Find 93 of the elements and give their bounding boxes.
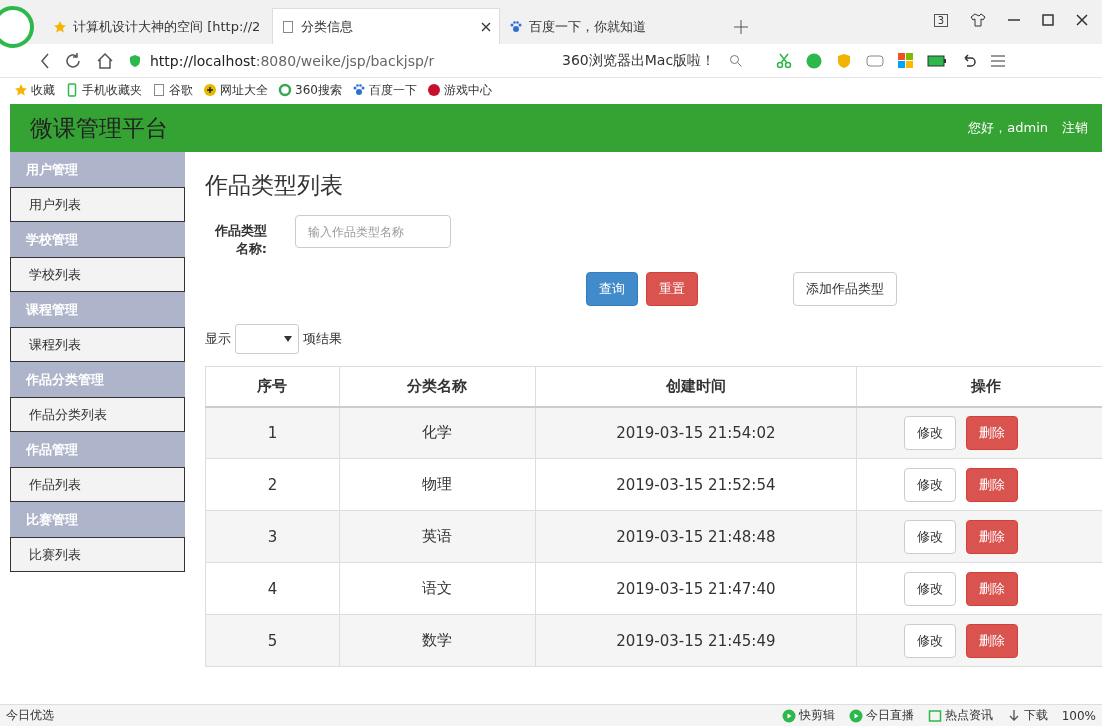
results-label: 项结果 bbox=[303, 330, 342, 348]
add-button[interactable]: 添加作品类型 bbox=[793, 272, 897, 306]
table-cell: 2019-03-15 21:47:40 bbox=[535, 562, 857, 615]
table-cell: 2019-03-15 21:52:54 bbox=[535, 458, 857, 511]
sidebar-item[interactable]: 作品列表 bbox=[10, 467, 185, 502]
ring-icon bbox=[278, 83, 292, 97]
bookmark-link[interactable]: 谷歌 bbox=[152, 81, 193, 99]
sidebar-item[interactable]: 比赛列表 bbox=[10, 537, 185, 572]
close-icon[interactable] bbox=[481, 21, 491, 32]
column-header: 分类名称 bbox=[339, 366, 536, 407]
play-icon bbox=[848, 708, 863, 723]
table-cell: 2019-03-15 21:48:48 bbox=[535, 510, 857, 563]
column-header: 序号 bbox=[205, 366, 340, 407]
table-cell: 3 bbox=[205, 510, 340, 563]
maximize-icon[interactable] bbox=[1042, 14, 1054, 26]
delete-button[interactable]: 删除 bbox=[965, 467, 1018, 502]
menu-icon[interactable] bbox=[991, 54, 1006, 67]
home-icon[interactable] bbox=[96, 51, 114, 70]
phone-icon bbox=[65, 83, 79, 97]
greeting-text: 您好，admin bbox=[968, 119, 1048, 137]
table-cell: 2019-03-15 21:45:49 bbox=[535, 614, 857, 667]
app-title: 微课管理平台 bbox=[30, 113, 168, 143]
back-icon[interactable] bbox=[40, 52, 50, 69]
status-text[interactable]: 今日优选 bbox=[6, 707, 54, 724]
star-icon bbox=[14, 83, 28, 97]
table-cell: 2019-03-15 21:54:02 bbox=[535, 406, 857, 459]
bookmark-link[interactable]: 百度一下 bbox=[351, 81, 417, 99]
sidebar-item[interactable]: 课程列表 bbox=[10, 327, 185, 362]
column-header: 创建时间 bbox=[535, 366, 857, 407]
play-icon bbox=[781, 708, 796, 723]
table-cell: 化学 bbox=[339, 406, 536, 459]
browser-tab[interactable]: 计算机设计大神的空间 [http://2 bbox=[44, 8, 272, 44]
type-name-field[interactable]: 输入作品类型名称 bbox=[295, 215, 451, 248]
scissors-icon[interactable] bbox=[776, 52, 793, 69]
sidebar-item[interactable]: 作品分类列表 bbox=[10, 397, 185, 432]
gamepad-icon[interactable] bbox=[866, 53, 885, 68]
page-icon bbox=[281, 19, 295, 34]
status-item[interactable]: 快剪辑 bbox=[781, 707, 835, 724]
edit-button[interactable]: 修改 bbox=[903, 415, 956, 450]
delete-button[interactable]: 删除 bbox=[965, 623, 1018, 658]
status-item[interactable]: 热点资讯 bbox=[927, 707, 993, 724]
status-item[interactable]: 下载 bbox=[1006, 707, 1048, 724]
table-cell: 物理 bbox=[339, 458, 536, 511]
paw-icon bbox=[509, 19, 523, 34]
table-cell: 语文 bbox=[339, 562, 536, 615]
browser-tab[interactable]: 百度一下，你就知道 bbox=[500, 8, 728, 44]
bookmark-link[interactable]: 收藏 bbox=[14, 81, 55, 99]
sidebar-item[interactable]: 学校列表 bbox=[10, 257, 185, 292]
table-cell: 英语 bbox=[339, 510, 536, 563]
bookmark-link[interactable]: 360搜索 bbox=[278, 81, 342, 99]
column-header: 操作 bbox=[856, 366, 1102, 407]
page-icon bbox=[152, 83, 166, 97]
show-label: 显示 bbox=[205, 330, 231, 348]
page-title: 作品类型列表 bbox=[205, 171, 344, 200]
table-cell: 5 bbox=[205, 614, 340, 667]
paw-icon bbox=[351, 83, 366, 97]
table-cell: 2 bbox=[205, 458, 340, 511]
address-field[interactable]: http://localhost:8080/weike/jsp/backjsp/r bbox=[128, 52, 508, 69]
news-ticker[interactable]: 360浏览器出Mac版啦！ bbox=[562, 51, 716, 70]
field-label: 作品类型名称: bbox=[213, 222, 267, 258]
star-icon bbox=[53, 19, 67, 34]
undo-icon[interactable] bbox=[961, 52, 978, 69]
table-cell: 1 bbox=[205, 406, 340, 459]
apps-icon[interactable] bbox=[898, 53, 914, 68]
news-icon bbox=[927, 708, 942, 723]
bookmark-link[interactable]: 游戏中心 bbox=[426, 81, 492, 99]
new-tab-icon[interactable] bbox=[734, 20, 748, 34]
close-icon[interactable] bbox=[1076, 14, 1088, 26]
caret-icon bbox=[284, 336, 292, 342]
search-icon[interactable] bbox=[729, 54, 743, 67]
query-button[interactable]: 查询 bbox=[586, 272, 638, 306]
plus-circle-icon bbox=[203, 83, 217, 97]
table-cell: 4 bbox=[205, 562, 340, 615]
bookmark-link[interactable]: 手机收藏夹 bbox=[65, 81, 142, 99]
bookmark-link[interactable]: 网址大全 bbox=[203, 81, 268, 99]
battery-icon[interactable] bbox=[927, 54, 948, 67]
zoom-level[interactable]: 100% bbox=[1061, 708, 1096, 723]
shirt-icon[interactable] bbox=[970, 13, 986, 27]
delete-button[interactable]: 删除 bbox=[965, 415, 1018, 450]
edit-button[interactable]: 修改 bbox=[903, 519, 956, 554]
delete-button[interactable]: 删除 bbox=[965, 571, 1018, 606]
reset-button[interactable]: 重置 bbox=[646, 272, 698, 306]
table-cell: 数学 bbox=[339, 614, 536, 667]
status-item[interactable]: 今日直播 bbox=[848, 707, 914, 724]
tab-count[interactable]: 3 bbox=[933, 13, 948, 27]
sidebar-item[interactable]: 用户列表 bbox=[10, 187, 185, 222]
browser-tab[interactable]: 分类信息 bbox=[272, 8, 500, 44]
edit-button[interactable]: 修改 bbox=[903, 623, 956, 658]
reload-icon[interactable] bbox=[64, 51, 82, 70]
edit-button[interactable]: 修改 bbox=[903, 467, 956, 502]
edit-button[interactable]: 修改 bbox=[903, 571, 956, 606]
shield-icon bbox=[128, 53, 142, 68]
delete-button[interactable]: 删除 bbox=[965, 519, 1018, 554]
